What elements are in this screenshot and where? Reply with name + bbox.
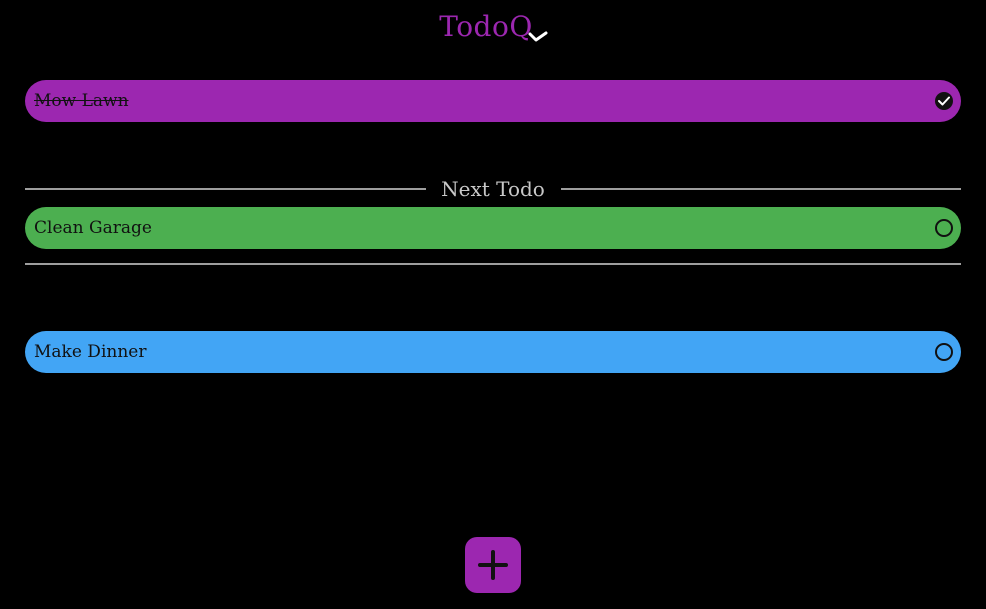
add-todo-button[interactable] bbox=[465, 537, 521, 593]
app-root: TodoQ Mow Lawn Next Todo Clean Garage Ma… bbox=[0, 0, 986, 609]
todo-item-clean-garage[interactable]: Clean Garage bbox=[25, 207, 961, 249]
app-header: TodoQ bbox=[0, 8, 986, 48]
empty-circle-icon[interactable] bbox=[935, 343, 953, 361]
logo-check-icon bbox=[528, 31, 548, 42]
plus-icon bbox=[478, 550, 508, 580]
logo-text: Todo bbox=[439, 10, 510, 43]
todo-item-make-dinner[interactable]: Make Dinner bbox=[25, 331, 961, 373]
app-logo: TodoQ bbox=[439, 8, 548, 46]
next-todo-label: Next Todo bbox=[430, 175, 556, 203]
todo-label: Mow Lawn bbox=[34, 91, 129, 111]
todo-item-mow-lawn[interactable]: Mow Lawn bbox=[25, 80, 961, 122]
next-divider-left bbox=[25, 188, 426, 190]
check-circle-icon[interactable] bbox=[935, 92, 953, 110]
todo-label: Make Dinner bbox=[34, 342, 147, 362]
next-divider-bottom bbox=[25, 263, 961, 265]
empty-circle-icon[interactable] bbox=[935, 219, 953, 237]
next-divider-right bbox=[561, 188, 961, 190]
todo-label: Clean Garage bbox=[34, 218, 152, 238]
